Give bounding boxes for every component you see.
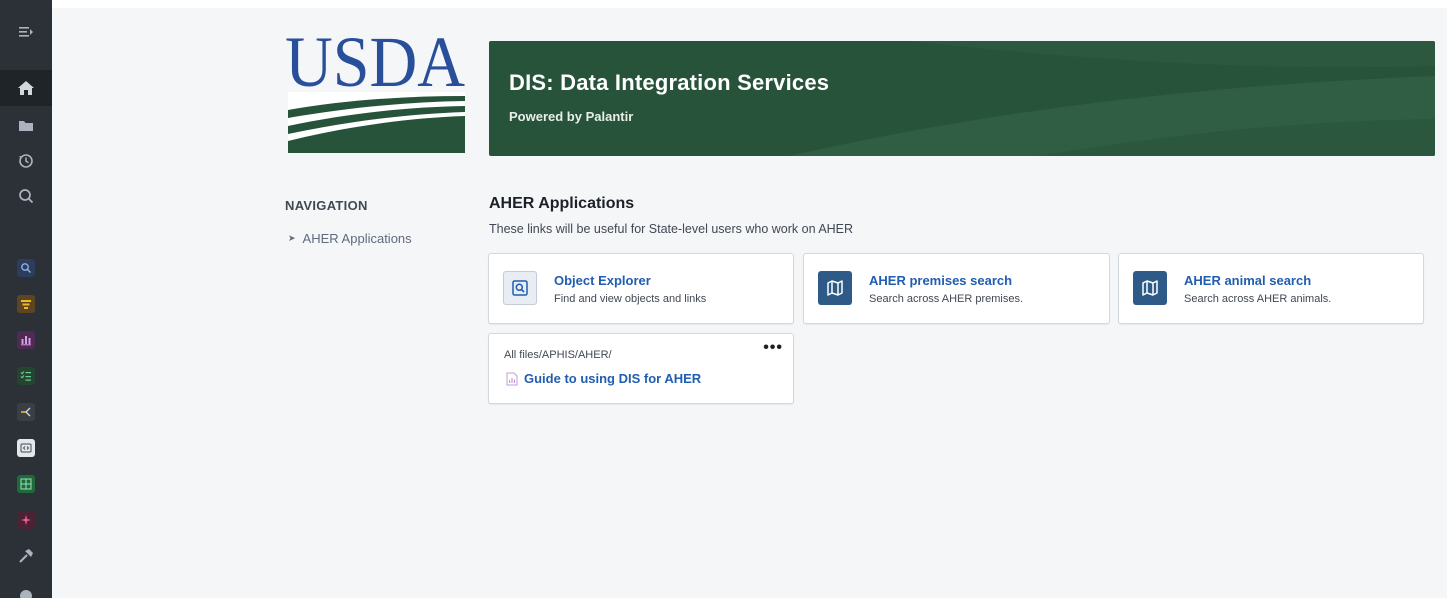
ai-sparkle-app-icon[interactable] xyxy=(12,506,40,534)
pipeline-app-icon[interactable] xyxy=(12,398,40,426)
hammer-icon[interactable] xyxy=(12,542,40,570)
banner-title: DIS: Data Integration Services xyxy=(509,70,830,95)
filter-app-icon[interactable] xyxy=(12,290,40,318)
history-icon[interactable] xyxy=(12,147,40,175)
file-name: Guide to using DIS for AHER xyxy=(524,371,702,386)
home-icon[interactable] xyxy=(0,70,52,106)
aher-premises-search-card[interactable]: AHER premises search Search across AHER … xyxy=(803,253,1110,324)
report-file-icon xyxy=(506,372,518,385)
section-title: AHER Applications xyxy=(489,195,635,212)
object-explorer-icon xyxy=(503,271,537,305)
banner-subtitle: Powered by Palantir xyxy=(509,109,634,124)
card-description: Search across AHER animals. xyxy=(1184,293,1332,305)
card-description: Search across AHER premises. xyxy=(869,293,1024,305)
card-description: Find and view objects and links xyxy=(554,293,707,305)
caret-right-icon: ➤ xyxy=(288,233,296,243)
top-strip xyxy=(52,0,1447,8)
navigation-heading: NAVIGATION xyxy=(285,198,368,213)
map-icon xyxy=(818,271,852,305)
nav-item-aher-applications[interactable]: ➤ AHER Applications xyxy=(288,231,412,246)
aher-animal-search-card[interactable]: AHER animal search Search across AHER an… xyxy=(1118,253,1424,324)
map-icon xyxy=(1133,271,1167,305)
nav-item-label: AHER Applications xyxy=(302,231,412,246)
card-title: AHER animal search xyxy=(1184,273,1312,288)
object-explorer-app-icon[interactable] xyxy=(12,254,40,282)
left-rail xyxy=(0,0,52,598)
card-title: AHER premises search xyxy=(869,273,1013,288)
card-title: Object Explorer xyxy=(554,273,651,288)
folder-icon[interactable] xyxy=(12,112,40,140)
chart-app-icon[interactable] xyxy=(12,326,40,354)
checklist-app-icon[interactable] xyxy=(12,362,40,390)
usda-logo-text: USDA xyxy=(285,28,465,102)
collapse-icon[interactable] xyxy=(12,18,40,46)
file-link[interactable]: Guide to using DIS for AHER xyxy=(506,371,701,386)
file-card[interactable]: All files/APHIS/AHER/ ••• Guide to using… xyxy=(488,333,794,404)
section-description: These links will be useful for State-lev… xyxy=(489,222,854,236)
dashboard-app-icon[interactable] xyxy=(12,470,40,498)
search-icon[interactable] xyxy=(12,182,40,210)
usda-logo: USDA xyxy=(285,22,467,154)
more-options-icon[interactable]: ••• xyxy=(763,340,783,356)
more-icon[interactable] xyxy=(12,582,40,598)
app-banner: DIS: Data Integration Services Powered b… xyxy=(489,41,1435,156)
object-explorer-card[interactable]: Object Explorer Find and view objects an… xyxy=(488,253,794,324)
file-path: All files/APHIS/AHER/ xyxy=(504,349,612,361)
code-workspace-app-icon[interactable] xyxy=(12,434,40,462)
